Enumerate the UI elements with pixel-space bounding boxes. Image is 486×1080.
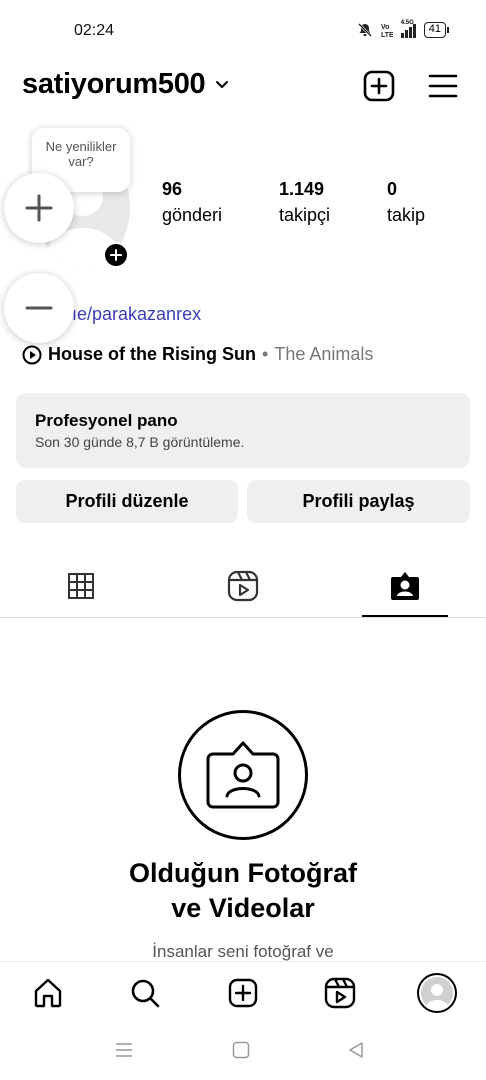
square-icon <box>232 1041 250 1059</box>
create-button[interactable] <box>361 68 397 104</box>
followers-label[interactable]: takipçi <box>279 205 330 226</box>
dashboard-subtitle: Son 30 günde 8,7 B görüntüleme. <box>35 434 245 450</box>
plus-square-icon <box>228 978 258 1008</box>
following-count: 0 <box>387 179 398 199</box>
bio-link[interactable]: ıe/parakazanrex <box>72 304 201 325</box>
hamburger-menu-icon <box>428 74 458 98</box>
system-menu-button[interactable] <box>109 1038 139 1062</box>
username: satiyorum500 <box>22 68 206 100</box>
zoom-in-button[interactable] <box>4 173 74 243</box>
note-text: Ne yenilikler var? <box>45 139 117 169</box>
account-switcher[interactable]: satiyorum500 <box>22 68 229 101</box>
chevron-down-icon <box>216 80 229 88</box>
plus-icon <box>110 249 122 261</box>
tagged-photo-icon <box>206 741 280 809</box>
empty-title-line1: Olduğun Fotoğraf <box>129 858 357 888</box>
battery-indicator: 41 <box>423 22 450 38</box>
song-separator: • <box>262 344 269 364</box>
empty-title-line2: ve Videolar <box>171 893 315 923</box>
system-back-button[interactable] <box>341 1038 371 1062</box>
empty-state-icon-circle <box>178 710 308 840</box>
professional-dashboard[interactable]: Profesyonel pano Son 30 günde 8,7 B görü… <box>16 393 470 468</box>
status-icons: Vo LTE 4.5G 41 <box>357 20 450 38</box>
nav-create[interactable] <box>219 969 267 1017</box>
share-profile-button[interactable]: Profili paylaş <box>247 480 470 523</box>
zoom-out-button[interactable] <box>4 273 74 343</box>
posts-count: 96 <box>162 179 183 199</box>
menu-lines-icon <box>116 1043 132 1057</box>
minus-icon <box>25 306 53 310</box>
search-icon <box>131 979 160 1008</box>
svg-text:Vo: Vo <box>381 24 389 31</box>
network-label: 4.5G <box>400 20 414 26</box>
profile-music[interactable]: House of the Rising Sun • The Animals <box>22 344 373 365</box>
profile-avatar <box>421 977 453 1009</box>
back-triangle-icon <box>349 1042 363 1058</box>
tab-tagged[interactable] <box>345 566 465 606</box>
posts-label[interactable]: gönderi <box>162 205 222 226</box>
tagged-user-icon <box>391 572 419 600</box>
tab-grid[interactable] <box>21 566 141 606</box>
followers-count: 1.149 <box>279 179 325 199</box>
song-title: House of the Rising Sun <box>48 344 257 364</box>
nav-search[interactable] <box>121 969 169 1017</box>
dashboard-title: Profesyonel pano <box>35 411 178 430</box>
profile-avatar-ring <box>417 973 457 1013</box>
song-artist: The Animals <box>274 344 374 364</box>
menu-button[interactable] <box>425 68 461 104</box>
status-time: 02:24 <box>74 22 115 39</box>
volte-icon: Vo LTE <box>381 24 393 38</box>
nav-reels[interactable] <box>316 969 364 1017</box>
empty-state-subtitle: İnsanlar seni fotoğraf ve <box>152 942 334 961</box>
home-icon <box>34 978 62 1008</box>
plus-square-icon <box>363 70 395 102</box>
tab-divider <box>0 617 486 618</box>
play-circle-icon <box>22 345 42 364</box>
svg-text:LTE: LTE <box>381 32 393 38</box>
mute-bell-icon <box>357 23 372 37</box>
nav-home[interactable] <box>24 969 72 1017</box>
signal-icon: 4.5G <box>400 20 416 38</box>
add-story-button[interactable] <box>103 242 129 268</box>
reels-icon <box>324 977 356 1009</box>
tab-reels[interactable] <box>183 566 303 606</box>
edit-profile-button[interactable]: Profili düzenle <box>16 480 238 523</box>
plus-icon <box>25 194 53 222</box>
reels-icon <box>227 570 259 602</box>
nav-profile[interactable] <box>413 969 461 1017</box>
grid-icon <box>68 573 94 599</box>
empty-state-title: Olduğun Fotoğraf ve Videolar <box>0 856 486 926</box>
default-avatar-icon <box>425 984 449 1009</box>
following-label[interactable]: takip <box>387 205 425 226</box>
system-home-button[interactable] <box>226 1038 256 1062</box>
